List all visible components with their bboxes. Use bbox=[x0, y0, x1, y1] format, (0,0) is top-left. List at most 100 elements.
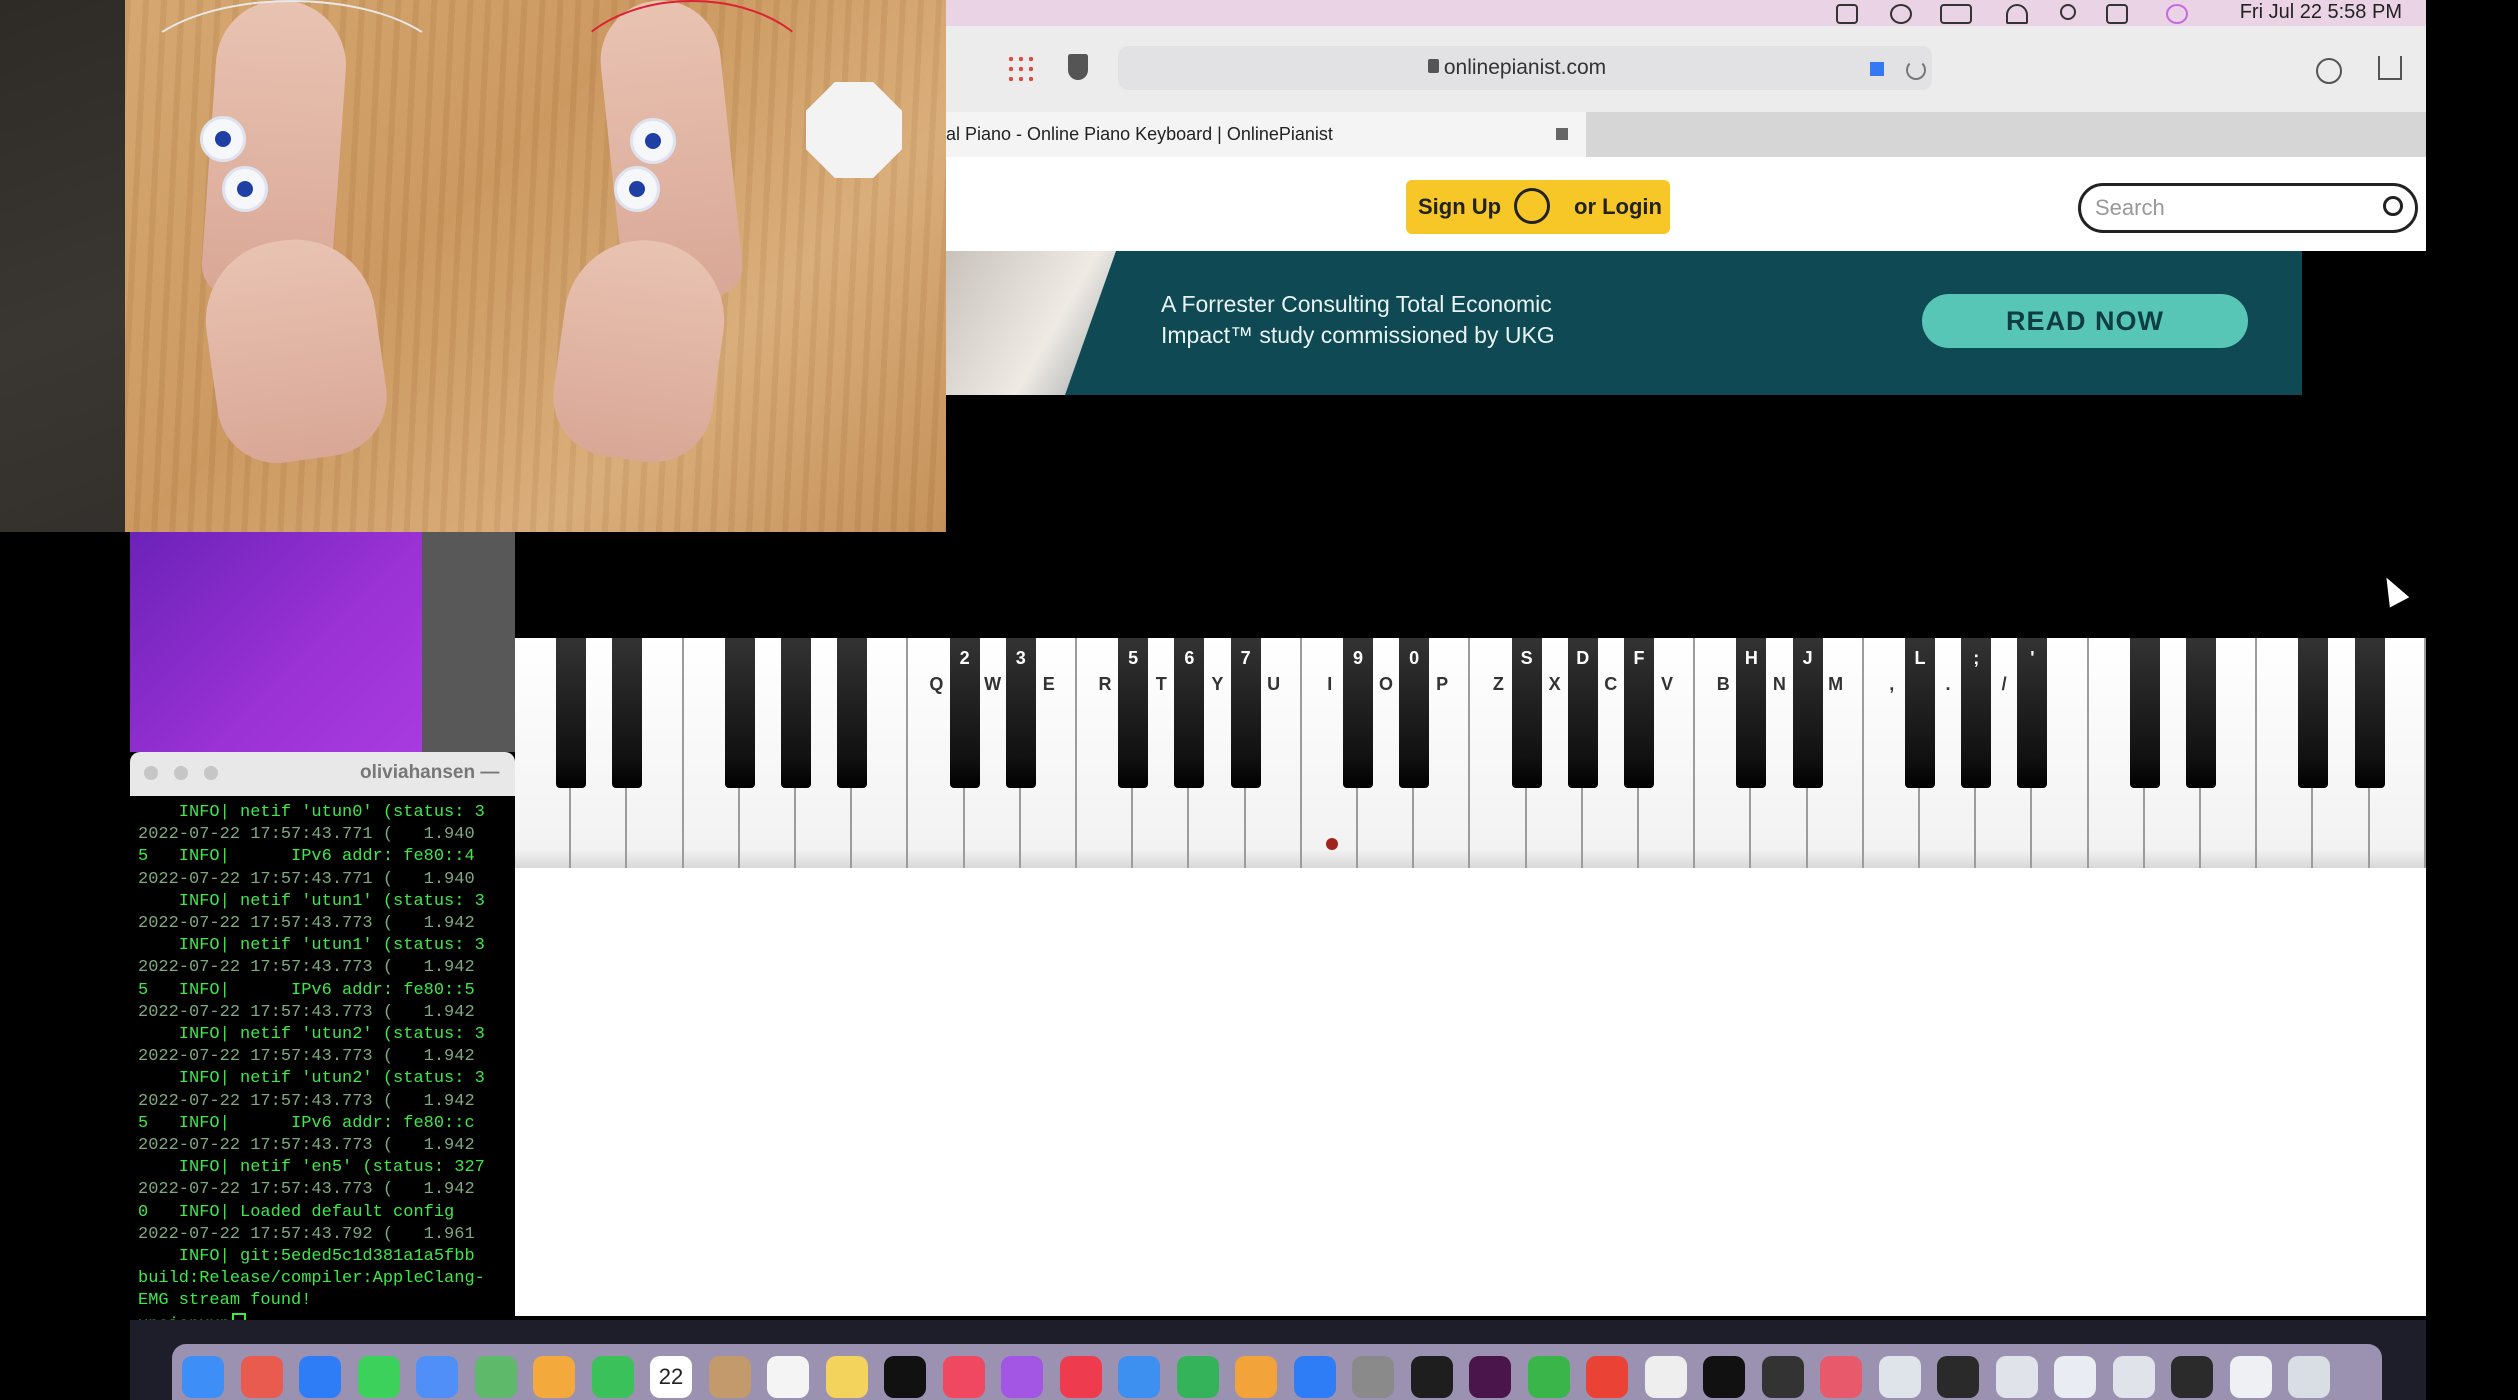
window-thumb-icon[interactable] bbox=[1995, 1356, 2038, 1398]
photos-icon[interactable] bbox=[533, 1356, 575, 1398]
white-key-label: . bbox=[1945, 674, 1951, 694]
music-icon[interactable] bbox=[942, 1356, 985, 1398]
window-thumb-icon[interactable] bbox=[2054, 1356, 2096, 1398]
search-placeholder: Search bbox=[2095, 195, 2165, 220]
window-thumb-icon[interactable] bbox=[2171, 1356, 2213, 1398]
notes-icon[interactable] bbox=[825, 1356, 868, 1398]
tab-active[interactable]: al Piano - Online Piano Keyboard | Onlin… bbox=[946, 112, 1586, 157]
signup-login-button[interactable]: Sign Up or Login bbox=[1406, 180, 1670, 234]
maps-icon[interactable] bbox=[474, 1356, 517, 1398]
black-key[interactable] bbox=[2354, 638, 2385, 788]
app-icon[interactable] bbox=[1644, 1356, 1687, 1398]
terminal-titlebar[interactable]: oliviahansen — bbox=[130, 752, 515, 796]
white-key-label: / bbox=[2001, 674, 2007, 694]
control-center-icon[interactable] bbox=[2106, 4, 2128, 24]
spotlight-icon[interactable] bbox=[2060, 4, 2076, 20]
read-now-button[interactable]: READ NOW bbox=[1922, 294, 2248, 348]
black-key[interactable] bbox=[2186, 638, 2216, 788]
reminders-icon[interactable] bbox=[767, 1356, 809, 1398]
app2-icon[interactable] bbox=[1820, 1356, 1862, 1398]
black-key-label: H bbox=[1744, 648, 1758, 668]
keynote-icon[interactable] bbox=[1118, 1356, 1160, 1398]
black-key[interactable] bbox=[837, 638, 868, 788]
chrome-icon[interactable] bbox=[1586, 1356, 1628, 1398]
white-key-label: , bbox=[1889, 674, 1895, 694]
mail-icon[interactable] bbox=[416, 1356, 458, 1398]
black-key-label: 5 bbox=[1128, 648, 1139, 668]
address-bar[interactable]: onlinepianist.com bbox=[1118, 46, 1932, 90]
white-key-label: E bbox=[1042, 674, 1055, 694]
numbers-icon[interactable] bbox=[1176, 1356, 1219, 1398]
terminal-icon[interactable] bbox=[1410, 1356, 1453, 1398]
piano-keyboard bbox=[515, 638, 2426, 868]
menu-bar-clock[interactable]: Fri Jul 22 5:58 PM bbox=[2240, 0, 2402, 24]
black-key[interactable] bbox=[2298, 638, 2329, 788]
terminal-line: INFO| git:5eded5c1d381a1a5fbb bbox=[138, 1247, 475, 1266]
media-icon[interactable] bbox=[1703, 1356, 1745, 1398]
black-key-label: J bbox=[1802, 648, 1813, 668]
white-key-label: T bbox=[1155, 674, 1167, 694]
podcasts-icon[interactable] bbox=[1001, 1356, 1043, 1398]
obs-icon[interactable] bbox=[1761, 1356, 1804, 1398]
reload-icon[interactable] bbox=[1906, 60, 1926, 80]
zoom-window-button[interactable] bbox=[204, 766, 218, 780]
appstore-icon[interactable] bbox=[1293, 1356, 1336, 1398]
finder-icon[interactable] bbox=[182, 1356, 224, 1398]
settings-icon[interactable] bbox=[1352, 1356, 1394, 1398]
black-key[interactable] bbox=[724, 638, 755, 788]
window-thumb-icon[interactable] bbox=[2229, 1356, 2272, 1398]
black-key[interactable] bbox=[556, 638, 587, 788]
messages-icon[interactable] bbox=[357, 1356, 400, 1398]
play-icon[interactable] bbox=[1890, 4, 1912, 24]
speaker-icon[interactable] bbox=[1556, 128, 1568, 140]
black-key-label: 2 bbox=[959, 648, 970, 668]
status-icon[interactable] bbox=[1836, 4, 1858, 24]
ad-banner[interactable]: A Forrester Consulting Total Economic Im… bbox=[946, 251, 2302, 395]
window-thumb-icon[interactable] bbox=[2112, 1356, 2155, 1398]
white-key-label: Z bbox=[1492, 674, 1504, 694]
ad-text: A Forrester Consulting Total Economic Im… bbox=[1161, 291, 1555, 348]
share-icon[interactable] bbox=[2378, 56, 2402, 80]
search-input[interactable]: Search bbox=[2078, 183, 2418, 233]
wifi-icon[interactable] bbox=[2006, 4, 2028, 24]
news-icon[interactable] bbox=[1059, 1356, 1102, 1398]
white-key-label: V bbox=[1660, 674, 1673, 694]
browser-toolbar: onlinepianist.com bbox=[946, 26, 2426, 112]
terminal-line: 2022-07-22 17:57:43.773 ( 1.942 bbox=[138, 1091, 475, 1111]
close-window-button[interactable] bbox=[144, 766, 158, 780]
window-thumb-icon[interactable] bbox=[1937, 1356, 1979, 1398]
sign-up-label: Sign Up bbox=[1418, 194, 1502, 219]
terminal-output[interactable]: INFO| netif 'utun0' (status: 3 2022-07-22… bbox=[130, 796, 515, 1344]
safari-icon[interactable] bbox=[299, 1356, 341, 1398]
appletv-icon[interactable] bbox=[884, 1356, 926, 1398]
calendar-icon[interactable]: 22 bbox=[650, 1356, 692, 1398]
download-icon[interactable] bbox=[2316, 58, 2342, 84]
terminal-line: 2022-07-22 17:57:43.792 ( 1.961 bbox=[138, 1224, 475, 1244]
trash-icon[interactable] bbox=[2288, 1356, 2330, 1398]
facetime-icon[interactable] bbox=[591, 1356, 634, 1398]
or-login-label: or Login bbox=[1574, 194, 1662, 219]
black-key-label: 7 bbox=[1240, 648, 1251, 668]
black-key[interactable] bbox=[612, 638, 643, 788]
battery-icon[interactable] bbox=[1940, 4, 1972, 24]
pages-icon[interactable] bbox=[1235, 1356, 1277, 1398]
search-icon[interactable] bbox=[2383, 196, 2403, 216]
shield-icon[interactable] bbox=[1068, 54, 1088, 80]
tab-inactive[interactable] bbox=[1586, 112, 2426, 157]
site-header: Sign Up or Login Search bbox=[946, 157, 2426, 251]
spinner-icon[interactable] bbox=[1527, 1356, 1570, 1398]
black-key[interactable] bbox=[2129, 638, 2160, 788]
audio-playing-icon[interactable] bbox=[1870, 62, 1884, 76]
terminal-line: INFO| netif 'utun0' (status: 3 bbox=[138, 803, 485, 822]
launchpad-icon[interactable] bbox=[240, 1356, 283, 1398]
desktop-wallpaper bbox=[130, 532, 422, 752]
black-key[interactable] bbox=[781, 638, 811, 788]
grid-icon[interactable] bbox=[1006, 54, 1036, 84]
minimize-window-button[interactable] bbox=[174, 766, 188, 780]
slack-icon[interactable] bbox=[1469, 1356, 1511, 1398]
white-key-label: O bbox=[1378, 674, 1393, 694]
contacts-icon[interactable] bbox=[708, 1356, 751, 1398]
desktop-window-edge bbox=[422, 532, 515, 752]
window-thumb-icon[interactable] bbox=[1878, 1356, 1921, 1398]
siri-icon[interactable] bbox=[2166, 4, 2188, 24]
